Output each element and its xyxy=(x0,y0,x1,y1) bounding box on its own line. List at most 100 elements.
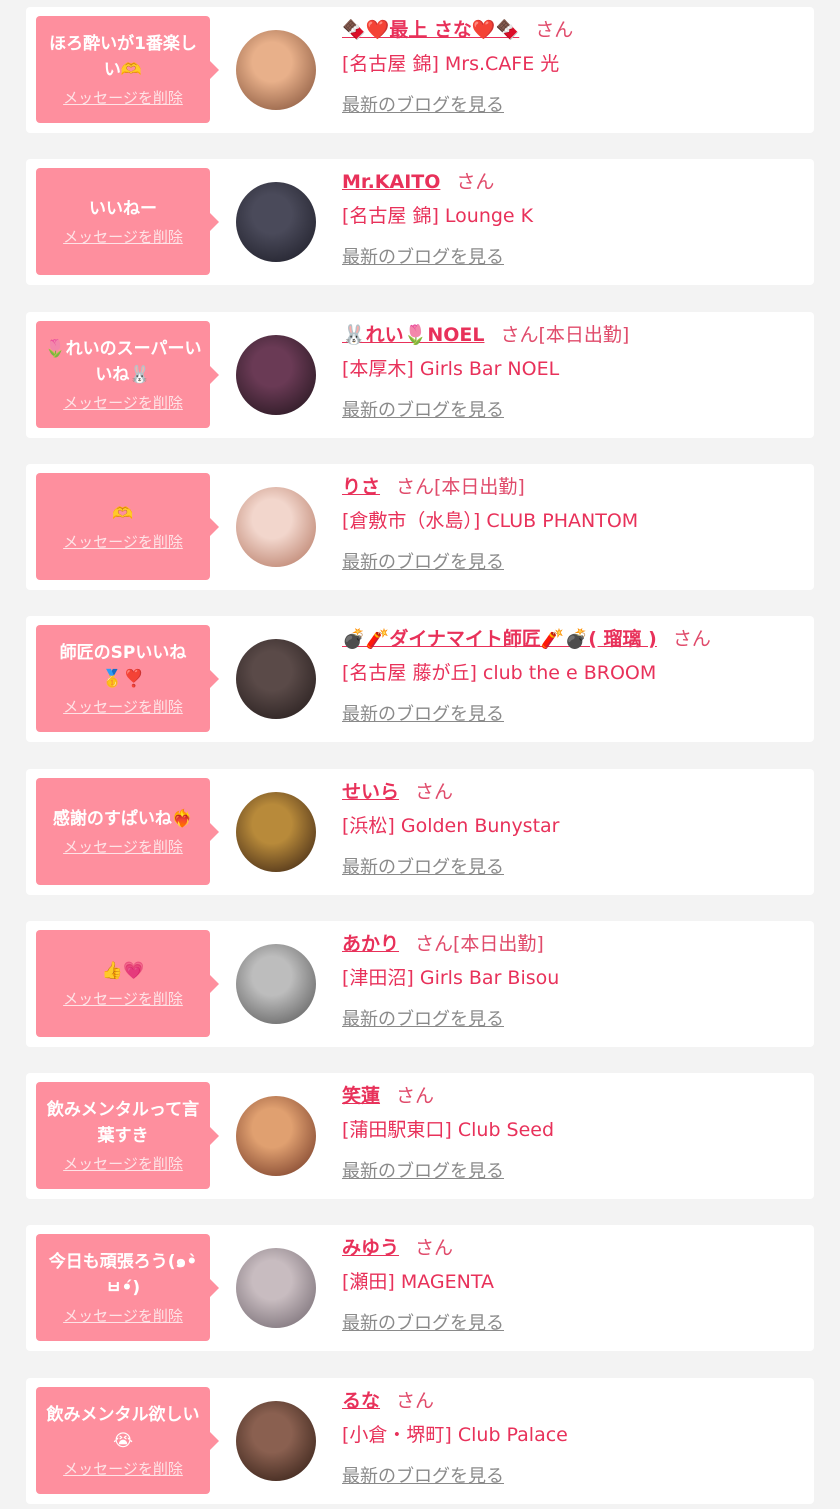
message-bubble: 🫶 メッセージを削除 xyxy=(36,473,219,580)
message-bubble: いいねー メッセージを削除 xyxy=(36,168,219,275)
honorific-status: さん xyxy=(396,1085,435,1107)
avatar[interactable] xyxy=(236,792,316,872)
latest-blog-link[interactable]: 最新のブログを見る xyxy=(342,245,504,271)
sender-name-line: みゆう さん xyxy=(342,1235,804,1261)
sender-info: 笑蓮 さん [蒲田駅東口] Club Seed 最新のブログを見る xyxy=(342,1083,804,1185)
message-bubble: 飲みメンタルって言葉すき メッセージを削除 xyxy=(36,1082,219,1189)
avatar[interactable] xyxy=(236,1096,316,1176)
message-bubble: 👍💗 メッセージを削除 xyxy=(36,930,219,1037)
sender-info: 🍫❤️最上 さな❤️🍫 さん [名古屋 錦] Mrs.CAFE 光 最新のブログを… xyxy=(342,17,804,119)
sender-name-line: りさ さん[本日出勤] xyxy=(342,474,804,500)
avatar[interactable] xyxy=(236,182,316,262)
sender-name-line: 💣🧨ダイナマイト師匠🧨💣( 瑠璃 ) さん xyxy=(342,626,804,652)
sender-name-line: あかり さん[本日出勤] xyxy=(342,931,804,957)
sender-name-line: 🍫❤️最上 さな❤️🍫 さん xyxy=(342,17,804,43)
sender-name-line: るな さん xyxy=(342,1388,804,1414)
message-card: ほろ酔いが1番楽しい🫶 メッセージを削除 🍫❤️最上 さな❤️🍫 さん [名古屋 … xyxy=(26,7,814,133)
delete-message-link[interactable]: メッセージを削除 xyxy=(63,531,183,552)
message-card: 師匠のSPいいね🥇❣️ メッセージを削除 💣🧨ダイナマイト師匠🧨💣( 瑠璃 ) さ… xyxy=(26,616,814,742)
sender-name-link[interactable]: みゆう xyxy=(342,1237,399,1259)
message-card: 👍💗 メッセージを削除 あかり さん[本日出勤] [津田沼] Girls Bar … xyxy=(26,921,814,1047)
avatar[interactable] xyxy=(236,639,316,719)
delete-message-link[interactable]: メッセージを削除 xyxy=(63,696,183,717)
latest-blog-link[interactable]: 最新のブログを見る xyxy=(342,398,504,424)
latest-blog-link[interactable]: 最新のブログを見る xyxy=(342,702,504,728)
message-card: 🫶 メッセージを削除 りさ さん[本日出勤] [倉敷市（水島）] CLUB PHA… xyxy=(26,464,814,590)
latest-blog-link[interactable]: 最新のブログを見る xyxy=(342,855,504,881)
store-label: [倉敷市（水島）] CLUB PHANTOM xyxy=(342,510,639,532)
message-text: 感謝のすぱいね❤️‍🔥 xyxy=(52,809,194,829)
avatar[interactable] xyxy=(236,1248,316,1328)
delete-message-link[interactable]: メッセージを削除 xyxy=(63,1458,183,1479)
store-label: [浜松] Golden Bunystar xyxy=(342,815,560,837)
delete-message-link[interactable]: メッセージを削除 xyxy=(63,1153,183,1174)
message-card: 感謝のすぱいね❤️‍🔥 メッセージを削除 せいら さん [浜松] Golden B… xyxy=(26,769,814,895)
avatar[interactable] xyxy=(236,487,316,567)
message-card: 飲みメンタル欲しい😭 メッセージを削除 るな さん [小倉・堺町] Club Pa… xyxy=(26,1378,814,1504)
sender-info: 💣🧨ダイナマイト師匠🧨💣( 瑠璃 ) さん [名古屋 藤が丘] club the … xyxy=(342,626,804,728)
message-text: 🌷れいのスーパーいいね🐰 xyxy=(44,339,202,385)
message-list: ほろ酔いが1番楽しい🫶 メッセージを削除 🍫❤️最上 さな❤️🍫 さん [名古屋 … xyxy=(0,0,840,1509)
latest-blog-link[interactable]: 最新のブログを見る xyxy=(342,1464,504,1490)
store-label: [津田沼] Girls Bar Bisou xyxy=(342,967,560,989)
latest-blog-link[interactable]: 最新のブログを見る xyxy=(342,550,504,576)
avatar[interactable] xyxy=(236,30,316,110)
delete-message-link[interactable]: メッセージを削除 xyxy=(63,392,183,413)
honorific-status: さん[本日出勤] xyxy=(396,476,525,498)
store-label: [瀬田] MAGENTA xyxy=(342,1271,494,1293)
message-bubble: ほろ酔いが1番楽しい🫶 メッセージを削除 xyxy=(36,16,219,123)
sender-name-link[interactable]: あかり xyxy=(342,933,399,955)
honorific-status: さん[本日出勤] xyxy=(415,933,544,955)
message-card: 飲みメンタルって言葉すき メッセージを削除 笑蓮 さん [蒲田駅東口] Club … xyxy=(26,1073,814,1199)
honorific-status: さん xyxy=(456,171,495,193)
delete-message-link[interactable]: メッセージを削除 xyxy=(63,1305,183,1326)
latest-blog-link[interactable]: 最新のブログを見る xyxy=(342,1311,504,1337)
sender-name-line: 笑蓮 さん xyxy=(342,1083,804,1109)
latest-blog-link[interactable]: 最新のブログを見る xyxy=(342,93,504,119)
sender-name-line: Mr.KAITO さん xyxy=(342,169,804,195)
store-label: [小倉・堺町] Club Palace xyxy=(342,1424,568,1446)
sender-name-link[interactable]: 🍫❤️最上 さな❤️🍫 xyxy=(342,19,519,41)
sender-info: りさ さん[本日出勤] [倉敷市（水島）] CLUB PHANTOM 最新のブログ… xyxy=(342,474,804,576)
latest-blog-link[interactable]: 最新のブログを見る xyxy=(342,1007,504,1033)
honorific-status: さん xyxy=(672,628,711,650)
message-text: 🫶 xyxy=(112,504,134,524)
store-label: [名古屋 藤が丘] club the e BROOM xyxy=(342,662,657,684)
delete-message-link[interactable]: メッセージを削除 xyxy=(63,87,183,108)
delete-message-link[interactable]: メッセージを削除 xyxy=(63,988,183,1009)
message-bubble: 今日も頑張ろう(๑•̀ㅂ•́) メッセージを削除 xyxy=(36,1234,219,1341)
sender-name-link[interactable]: るな xyxy=(342,1390,380,1412)
sender-name-link[interactable]: 🐰れい🌷NOEL xyxy=(342,324,484,346)
message-text: 師匠のSPいいね🥇❣️ xyxy=(59,643,187,689)
sender-name-link[interactable]: りさ xyxy=(342,476,380,498)
sender-name-link[interactable]: 笑蓮 xyxy=(342,1085,380,1107)
sender-name-line: 🐰れい🌷NOEL さん[本日出勤] xyxy=(342,322,804,348)
message-text: ほろ酔いが1番楽しい🫶 xyxy=(49,34,197,80)
sender-name-link[interactable]: せいら xyxy=(342,781,399,803)
sender-info: 🐰れい🌷NOEL さん[本日出勤] [本厚木] Girls Bar NOEL 最新… xyxy=(342,322,804,424)
delete-message-link[interactable]: メッセージを削除 xyxy=(63,226,183,247)
avatar[interactable] xyxy=(236,335,316,415)
sender-info: みゆう さん [瀬田] MAGENTA 最新のブログを見る xyxy=(342,1235,804,1337)
sender-info: Mr.KAITO さん [名古屋 錦] Lounge K 最新のブログを見る xyxy=(342,169,804,271)
store-label: [本厚木] Girls Bar NOEL xyxy=(342,358,560,380)
delete-message-link[interactable]: メッセージを削除 xyxy=(63,836,183,857)
sender-info: あかり さん[本日出勤] [津田沼] Girls Bar Bisou 最新のブログ… xyxy=(342,931,804,1033)
honorific-status: さん[本日出勤] xyxy=(500,324,630,346)
sender-name-link[interactable]: Mr.KAITO xyxy=(342,171,440,193)
sender-name-link[interactable]: 💣🧨ダイナマイト師匠🧨💣( 瑠璃 ) xyxy=(342,628,657,650)
sender-info: るな さん [小倉・堺町] Club Palace 最新のブログを見る xyxy=(342,1388,804,1490)
store-label: [名古屋 錦] Mrs.CAFE 光 xyxy=(342,53,560,75)
message-bubble: 師匠のSPいいね🥇❣️ メッセージを削除 xyxy=(36,625,219,732)
message-card: 今日も頑張ろう(๑•̀ㅂ•́) メッセージを削除 みゆう さん [瀬田] MAGE… xyxy=(26,1225,814,1351)
honorific-status: さん xyxy=(415,1237,454,1259)
honorific-status: さん xyxy=(396,1390,435,1412)
message-text: 飲みメンタル欲しい😭 xyxy=(46,1405,200,1451)
avatar[interactable] xyxy=(236,1401,316,1481)
avatar[interactable] xyxy=(236,944,316,1024)
message-card: 🌷れいのスーパーいいね🐰 メッセージを削除 🐰れい🌷NOEL さん[本日出勤] [… xyxy=(26,312,814,438)
message-text: 今日も頑張ろう(๑•̀ㅂ•́) xyxy=(48,1252,198,1298)
latest-blog-link[interactable]: 最新のブログを見る xyxy=(342,1159,504,1185)
honorific-status: さん xyxy=(415,781,454,803)
message-text: 👍💗 xyxy=(101,961,145,981)
